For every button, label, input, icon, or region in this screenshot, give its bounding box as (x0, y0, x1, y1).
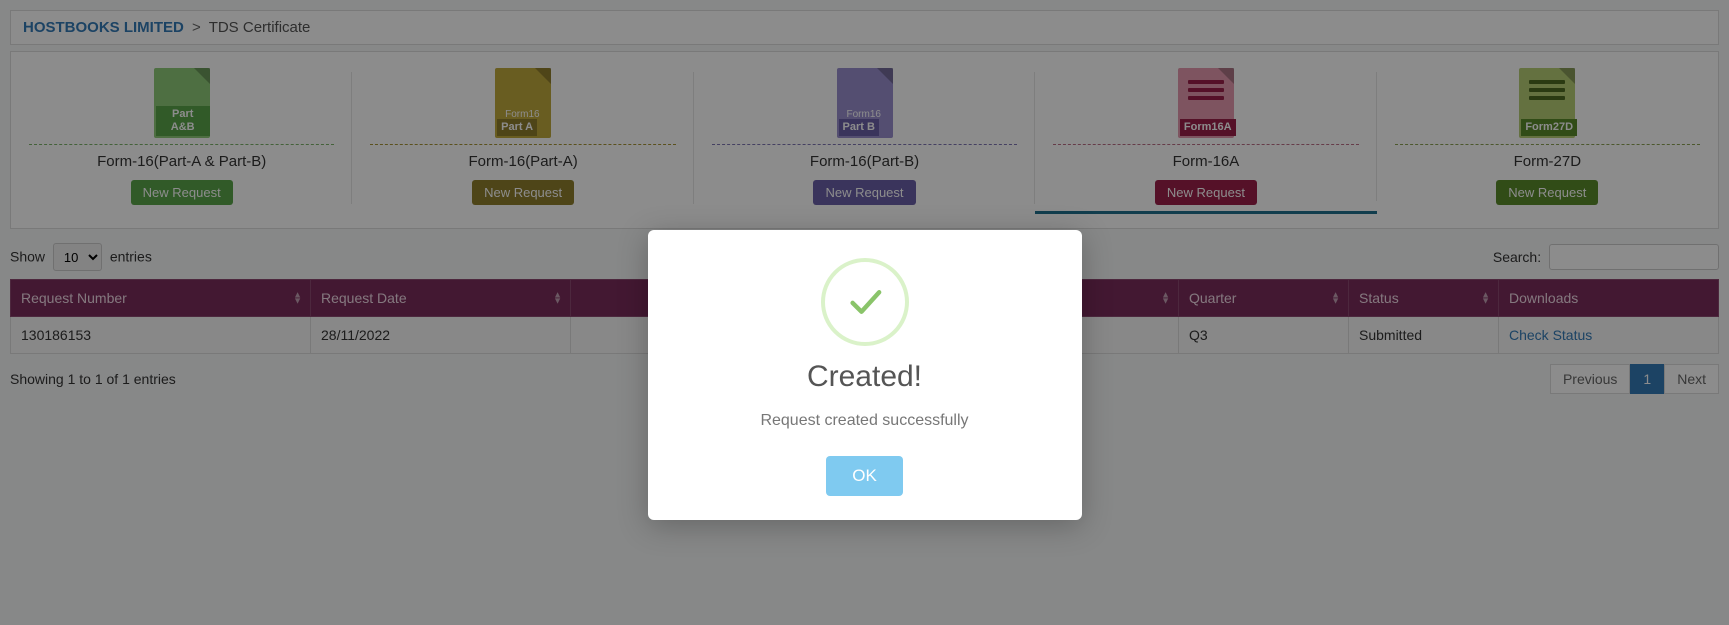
check-icon (842, 279, 888, 325)
modal-message: Request created successfully (672, 412, 1058, 430)
modal-ok-button[interactable]: OK (826, 456, 903, 496)
check-circle-icon (821, 258, 909, 346)
modal-title: Created! (672, 360, 1058, 394)
modal-overlay: Created! Request created successfully OK (0, 0, 1729, 625)
success-modal: Created! Request created successfully OK (648, 230, 1082, 520)
